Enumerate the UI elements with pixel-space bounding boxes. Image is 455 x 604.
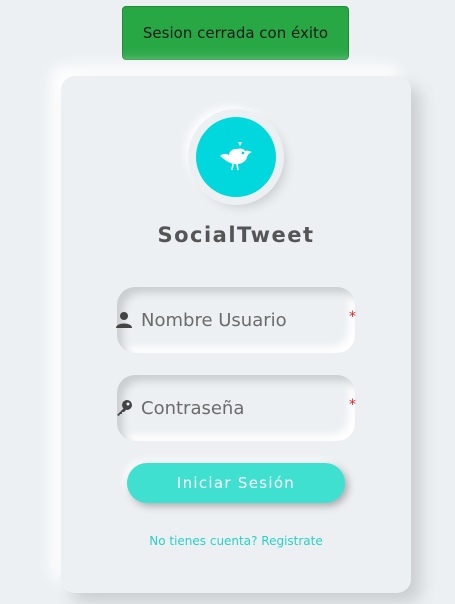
app-logo (192, 113, 280, 201)
required-marker: * (349, 309, 356, 325)
login-button[interactable]: Iniciar Sesión (127, 463, 345, 503)
required-marker: * (349, 397, 356, 413)
username-field[interactable]: * (116, 287, 356, 353)
bird-icon (220, 142, 252, 171)
logo-circle (196, 117, 276, 197)
username-input[interactable] (141, 287, 341, 353)
password-field[interactable]: * (117, 375, 356, 441)
app-title: SocialTweet (157, 223, 315, 247)
user-icon (116, 312, 132, 328)
key-icon (117, 400, 132, 416)
password-input[interactable] (141, 375, 341, 441)
register-link[interactable]: No tienes cuenta? Registrate (61, 534, 411, 548)
login-card: SocialTweet * * Iniciar Sesión No tienes… (61, 76, 411, 593)
login-page: Sesion cerrada con éxito SocialTweet * (0, 0, 455, 604)
success-toast: Sesion cerrada con éxito (122, 6, 349, 60)
toast-message: Sesion cerrada con éxito (142, 24, 329, 42)
